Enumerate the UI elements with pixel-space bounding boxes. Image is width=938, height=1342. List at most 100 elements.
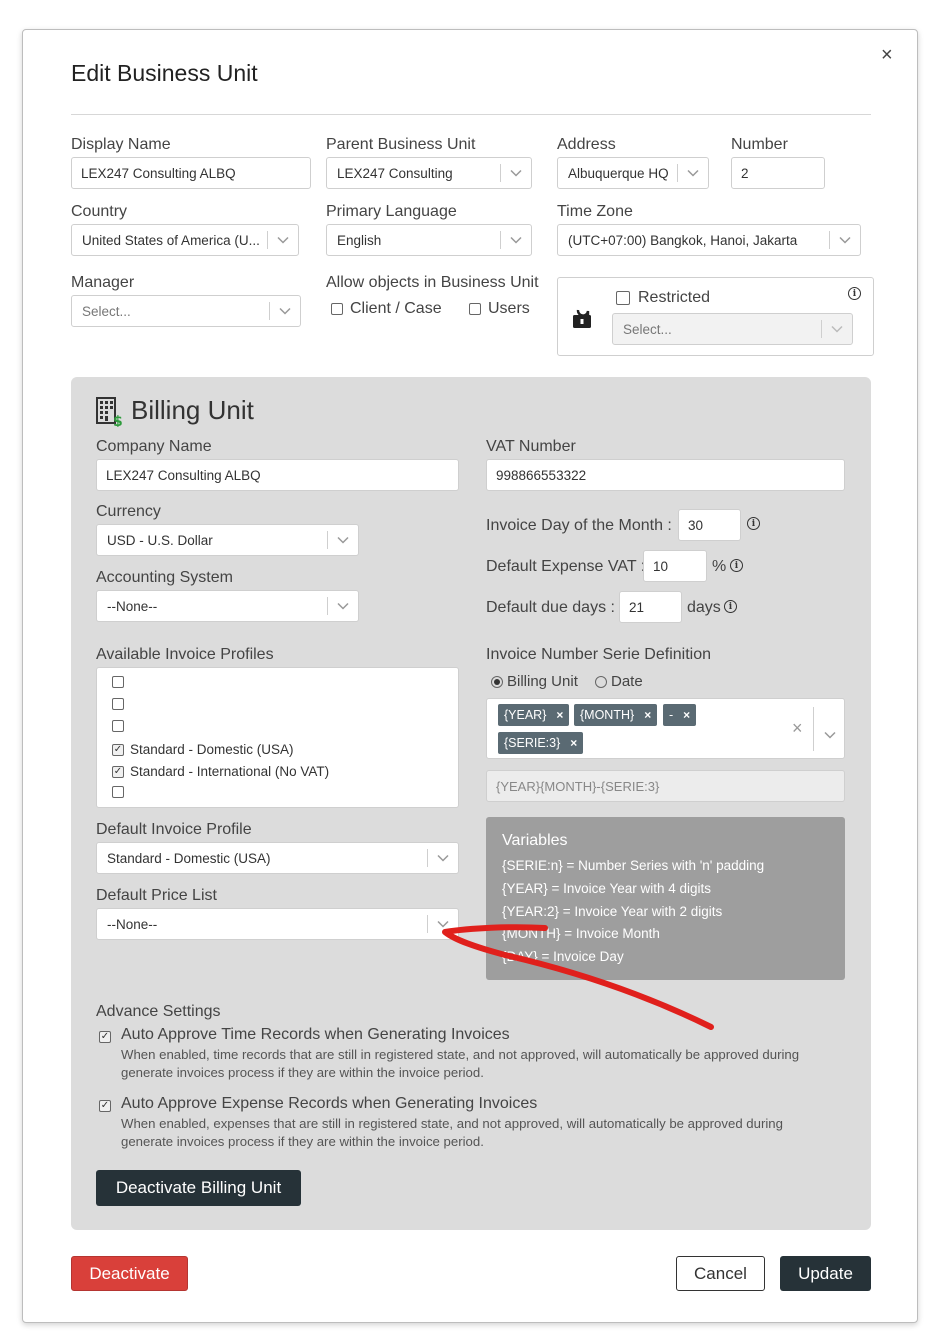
time-zone-value: (UTC+07:00) Bangkok, Hanoi, Jakarta	[568, 232, 798, 248]
profile-checkbox[interactable]: ✓	[112, 765, 124, 778]
currency-select[interactable]: USD - U.S. Dollar	[96, 524, 359, 556]
remove-tag-icon[interactable]: ×	[683, 708, 690, 722]
primary-language-label: Primary Language	[326, 203, 457, 220]
address-select[interactable]: Albuquerque HQ	[557, 157, 709, 189]
company-name-input[interactable]: LEX247 Consulting ALBQ	[96, 459, 459, 491]
info-icon[interactable]: i	[730, 559, 743, 572]
allow-objects-label: Allow objects in Business Unit	[326, 274, 539, 291]
primary-language-select[interactable]: English	[326, 224, 532, 256]
cancel-button[interactable]: Cancel	[676, 1256, 765, 1291]
serie-tag-label: {YEAR}	[504, 708, 547, 722]
profile-checkbox[interactable]: ✓	[112, 743, 124, 756]
display-name-input[interactable]: LEX247 Consulting ALBQ	[71, 157, 311, 189]
chevron-down-icon[interactable]	[428, 854, 458, 862]
chevron-down-icon[interactable]	[428, 920, 458, 928]
restricted-placeholder: Select...	[623, 321, 672, 337]
radio-date[interactable]	[595, 675, 607, 688]
default-price-list-label: Default Price List	[96, 887, 217, 904]
country-label: Country	[71, 203, 128, 220]
serie-tag-label: {SERIE:3}	[504, 736, 561, 750]
chevron-down-icon[interactable]	[328, 602, 358, 610]
client-case-checkbox-row[interactable]: Client / Case	[331, 300, 442, 318]
restricted-checkbox[interactable]	[616, 291, 630, 305]
client-case-label: Client / Case	[350, 300, 442, 317]
time-zone-select[interactable]: (UTC+07:00) Bangkok, Hanoi, Jakarta	[557, 224, 861, 256]
users-checkbox-row[interactable]: Users	[469, 300, 530, 318]
radio-date-label: Date	[611, 673, 643, 690]
invoice-day-input[interactable]: 30	[678, 509, 741, 541]
auto-approve-expense-checkbox[interactable]: ✓	[99, 1100, 111, 1112]
radio-date-row[interactable]: Date	[595, 673, 643, 690]
chevron-down-icon[interactable]	[268, 236, 298, 244]
users-checkbox[interactable]	[469, 303, 481, 315]
list-item[interactable]: ✓ Standard - International (No VAT)	[112, 764, 329, 779]
dialog-title: Edit Business Unit	[71, 60, 258, 86]
remove-tag-icon[interactable]: ×	[570, 736, 577, 750]
manager-placeholder: Select...	[82, 303, 131, 319]
info-icon[interactable]: i	[848, 287, 861, 300]
radio-billing-unit[interactable]	[491, 675, 503, 688]
due-days-unit: days	[687, 599, 721, 616]
profile-checkbox[interactable]	[112, 786, 124, 798]
chevron-down-icon[interactable]	[824, 726, 836, 744]
restricted-select[interactable]: Select...	[612, 313, 853, 345]
deactivate-button[interactable]: Deactivate	[71, 1256, 188, 1291]
number-label: Number	[731, 136, 788, 153]
update-button[interactable]: Update	[780, 1256, 871, 1291]
chevron-down-icon[interactable]	[501, 236, 531, 244]
list-item[interactable]	[112, 698, 130, 710]
client-case-checkbox[interactable]	[331, 303, 343, 315]
chevron-down-icon[interactable]	[501, 169, 531, 177]
chevron-down-icon[interactable]	[830, 236, 860, 244]
radio-billing-unit-row[interactable]: Billing Unit	[491, 673, 578, 690]
chevron-down-icon[interactable]	[678, 169, 708, 177]
variable-line: {YEAR} = Invoice Year with 4 digits	[502, 881, 712, 896]
vat-number-input[interactable]: 998866553322	[486, 459, 845, 491]
number-input[interactable]: 2	[731, 157, 825, 189]
unlock-icon[interactable]	[572, 304, 596, 335]
list-item[interactable]	[112, 786, 130, 798]
accounting-system-label: Accounting System	[96, 569, 233, 586]
default-invoice-profile-select[interactable]: Standard - Domestic (USA)	[96, 842, 459, 874]
profile-checkbox[interactable]	[112, 720, 124, 732]
serie-tag: {MONTH} ×	[574, 704, 658, 726]
variables-title: Variables	[502, 832, 568, 849]
variable-line: {DAY} = Invoice Day	[502, 949, 624, 964]
profile-label: Standard - Domestic (USA)	[130, 742, 294, 757]
parent-bu-select[interactable]: LEX247 Consulting	[326, 157, 532, 189]
info-icon[interactable]: i	[747, 517, 760, 530]
remove-tag-icon[interactable]: ×	[556, 708, 563, 722]
close-icon[interactable]: ×	[881, 44, 893, 67]
default-price-list-select[interactable]: --None--	[96, 908, 459, 940]
remove-tag-icon[interactable]: ×	[644, 708, 651, 722]
default-due-days-label: Default due days :	[486, 599, 615, 616]
advance-settings-label: Advance Settings	[96, 1003, 221, 1020]
country-select[interactable]: United States of America (U...	[71, 224, 299, 256]
deactivate-billing-unit-button[interactable]: Deactivate Billing Unit	[96, 1170, 301, 1206]
variable-line: {YEAR:2} = Invoice Year with 2 digits	[502, 904, 723, 919]
profile-label: Standard - International (No VAT)	[130, 764, 330, 779]
chevron-down-icon[interactable]	[822, 325, 852, 333]
profile-checkbox[interactable]	[112, 676, 124, 688]
accounting-system-select[interactable]: --None--	[96, 590, 359, 622]
chevron-down-icon[interactable]	[270, 307, 300, 315]
list-item[interactable]	[112, 720, 130, 732]
default-due-days-input[interactable]: 21	[619, 591, 682, 623]
serie-tag: {SERIE:3} ×	[498, 732, 584, 754]
serie-tags-select[interactable]: {YEAR} × {MONTH} × - × {SERIE:3} × ×	[486, 698, 845, 759]
chevron-down-icon[interactable]	[328, 536, 358, 544]
default-expense-vat-input[interactable]: 10	[643, 550, 707, 582]
serie-preview-field: {YEAR}{MONTH}-{SERIE:3}	[486, 770, 845, 802]
list-item[interactable]	[112, 676, 130, 688]
auto-approve-time-checkbox[interactable]: ✓	[99, 1031, 111, 1043]
restricted-checkbox-row[interactable]: Restricted	[616, 289, 710, 307]
manager-select[interactable]: Select...	[71, 295, 301, 327]
profile-checkbox[interactable]	[112, 698, 124, 710]
auto-approve-time-desc: generate invoices process if they are wi…	[121, 1065, 484, 1080]
info-icon[interactable]: i	[724, 600, 737, 613]
list-item[interactable]: ✓ Standard - Domestic (USA)	[112, 742, 294, 757]
available-profiles-label: Available Invoice Profiles	[96, 646, 274, 663]
auto-approve-expense-desc: When enabled, expenses that are still in…	[121, 1116, 783, 1131]
variable-line: {MONTH} = Invoice Month	[502, 926, 660, 941]
clear-icon[interactable]: ×	[792, 718, 803, 739]
